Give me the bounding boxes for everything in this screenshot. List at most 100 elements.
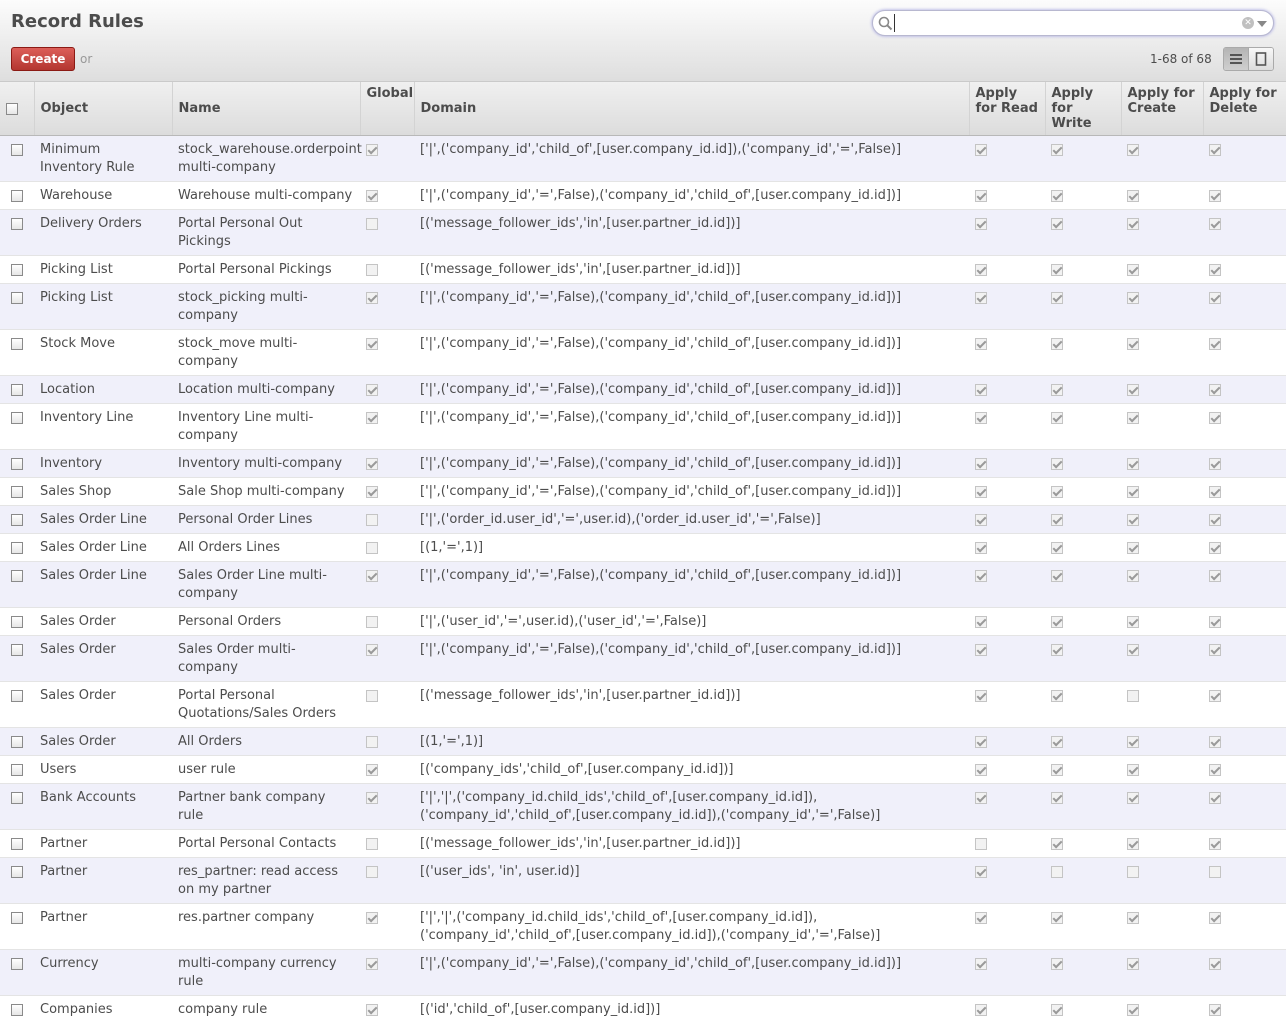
row-select-checkbox[interactable] (11, 412, 23, 424)
apply-create-checkbox (1127, 764, 1139, 776)
apply-create-checkbox (1127, 338, 1139, 350)
table-row[interactable]: InventoryInventory multi-company['|',('c… (0, 450, 1286, 478)
domain-cell: ['|',('company_id','=',False),('company_… (414, 950, 969, 996)
apply-create-checkbox (1127, 792, 1139, 804)
row-select-checkbox[interactable] (11, 458, 23, 470)
column-header-read[interactable]: Apply for Read (969, 82, 1045, 136)
row-select-checkbox[interactable] (11, 764, 23, 776)
table-row[interactable]: Partnerres.partner company['|','|',('com… (0, 904, 1286, 950)
apply-read-checkbox (975, 764, 987, 776)
apply-read-cell (969, 210, 1045, 256)
row-select-checkbox[interactable] (11, 542, 23, 554)
row-select-checkbox[interactable] (11, 190, 23, 202)
object-cell: Location (34, 376, 172, 404)
row-select-checkbox[interactable] (11, 338, 23, 350)
table-row[interactable]: Sales OrderSales Order multi-company['|'… (0, 636, 1286, 682)
apply-read-checkbox (975, 912, 987, 924)
row-select-checkbox[interactable] (11, 644, 23, 656)
column-header-domain[interactable]: Domain (414, 82, 969, 136)
column-header-write[interactable]: Apply for Write (1045, 82, 1121, 136)
name-cell: Portal Personal Pickings (172, 256, 360, 284)
table-row[interactable]: Currencymulti-company currency rule['|',… (0, 950, 1286, 996)
row-select-checkbox[interactable] (11, 218, 23, 230)
search-box[interactable]: ✕ (872, 10, 1274, 36)
row-select-checkbox[interactable] (11, 912, 23, 924)
apply-write-cell (1045, 728, 1121, 756)
row-select-checkbox[interactable] (11, 292, 23, 304)
apply-write-cell (1045, 636, 1121, 682)
search-input[interactable] (894, 14, 1234, 32)
apply-delete-cell (1203, 478, 1286, 506)
apply-create-checkbox (1127, 570, 1139, 582)
apply-create-cell (1121, 904, 1203, 950)
apply-create-cell (1121, 506, 1203, 534)
row-select-checkbox[interactable] (11, 514, 23, 526)
table-row[interactable]: Companiescompany rule[('id','child_of',[… (0, 996, 1286, 1023)
table-row[interactable]: Inventory LineInventory Line multi-compa… (0, 404, 1286, 450)
table-row[interactable]: Partnerres_partner: read access on my pa… (0, 858, 1286, 904)
global-checkbox (366, 792, 378, 804)
column-header-global[interactable]: Global (360, 82, 414, 136)
clear-search-icon[interactable]: ✕ (1242, 17, 1254, 29)
table-row[interactable]: Bank AccountsPartner bank company rule['… (0, 784, 1286, 830)
select-all-checkbox[interactable] (6, 103, 18, 115)
row-select-checkbox[interactable] (11, 792, 23, 804)
row-select-checkbox[interactable] (11, 958, 23, 970)
apply-write-cell (1045, 904, 1121, 950)
table-row[interactable]: Sales OrderPortal Personal Quotations/Sa… (0, 682, 1286, 728)
row-select-cell (0, 728, 34, 756)
apply-delete-checkbox (1209, 616, 1221, 628)
table-row[interactable]: Picking ListPortal Personal Pickings[('m… (0, 256, 1286, 284)
global-checkbox (366, 542, 378, 554)
table-row[interactable]: Usersuser rule[('company_ids','child_of'… (0, 756, 1286, 784)
table-row[interactable]: Sales Order LinePersonal Order Lines['|'… (0, 506, 1286, 534)
apply-read-cell (969, 996, 1045, 1023)
row-select-checkbox[interactable] (11, 838, 23, 850)
row-select-checkbox[interactable] (11, 690, 23, 702)
domain-cell: ['|',('company_id','=',False),('company_… (414, 450, 969, 478)
table-row[interactable]: Sales Order LineSales Order Line multi-c… (0, 562, 1286, 608)
row-select-checkbox[interactable] (11, 144, 23, 156)
object-cell: Picking List (34, 284, 172, 330)
pager-value[interactable]: 1-68 of 68 (1150, 52, 1212, 66)
global-cell (360, 450, 414, 478)
apply-delete-checkbox (1209, 542, 1221, 554)
row-select-checkbox[interactable] (11, 486, 23, 498)
table-row[interactable]: Sales ShopSale Shop multi-company['|',('… (0, 478, 1286, 506)
list-view-button[interactable] (1224, 48, 1248, 70)
apply-read-cell (969, 256, 1045, 284)
object-cell: Stock Move (34, 330, 172, 376)
table-row[interactable]: Picking Liststock_picking multi-company[… (0, 284, 1286, 330)
column-header-create[interactable]: Apply for Create (1121, 82, 1203, 136)
row-select-checkbox[interactable] (11, 570, 23, 582)
row-select-checkbox[interactable] (11, 616, 23, 628)
column-header-name[interactable]: Name (172, 82, 360, 136)
table-row[interactable]: Sales Order LineAll Orders Lines[(1,'=',… (0, 534, 1286, 562)
domain-cell: [(1,'=',1)] (414, 534, 969, 562)
column-header-delete[interactable]: Apply for Delete (1203, 82, 1286, 136)
apply-delete-checkbox (1209, 218, 1221, 230)
row-select-checkbox[interactable] (11, 736, 23, 748)
table-row[interactable]: LocationLocation multi-company['|',('com… (0, 376, 1286, 404)
table-row[interactable]: WarehouseWarehouse multi-company['|',('c… (0, 182, 1286, 210)
form-view-button[interactable] (1248, 48, 1273, 70)
create-button[interactable]: Create (11, 47, 75, 71)
apply-write-cell (1045, 330, 1121, 376)
column-header-object[interactable]: Object (34, 82, 172, 136)
table-row[interactable]: Sales OrderPersonal Orders['|',('user_id… (0, 608, 1286, 636)
name-cell: Portal Personal Out Pickings (172, 210, 360, 256)
domain-cell: ['|',('company_id','=',False),('company_… (414, 182, 969, 210)
name-cell: Portal Personal Quotations/Sales Orders (172, 682, 360, 728)
global-cell (360, 608, 414, 636)
table-row[interactable]: Minimum Inventory Rulestock_warehouse.or… (0, 136, 1286, 182)
apply-write-cell (1045, 858, 1121, 904)
table-row[interactable]: Delivery OrdersPortal Personal Out Picki… (0, 210, 1286, 256)
row-select-checkbox[interactable] (11, 264, 23, 276)
table-row[interactable]: Sales OrderAll Orders[(1,'=',1)] (0, 728, 1286, 756)
table-row[interactable]: PartnerPortal Personal Contacts[('messag… (0, 830, 1286, 858)
search-options-dropdown-icon[interactable] (1257, 21, 1267, 27)
table-row[interactable]: Stock Movestock_move multi-company['|',(… (0, 330, 1286, 376)
row-select-checkbox[interactable] (11, 1004, 23, 1016)
object-cell: Inventory (34, 450, 172, 478)
row-select-checkbox[interactable] (11, 384, 23, 396)
